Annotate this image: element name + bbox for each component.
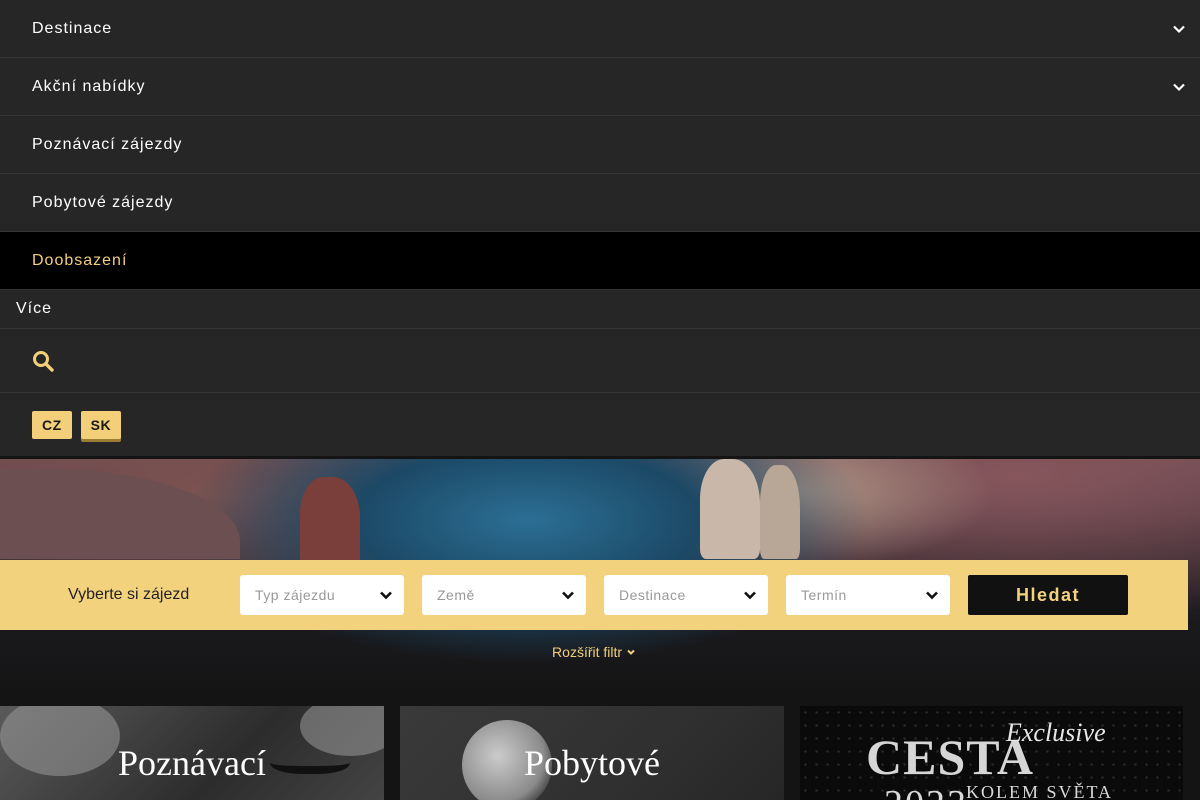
chevron-down-icon: [926, 591, 938, 600]
chevron-down-icon: [744, 591, 756, 600]
filter-label: Vyberte si zájezd: [68, 586, 190, 603]
language-switcher: CZ SK: [0, 393, 1200, 456]
chevron-down-icon: [1173, 25, 1185, 33]
tree-image: [0, 706, 120, 776]
menu-item-pobytove-zajezdy[interactable]: Pobytové zájezdy: [0, 174, 1200, 232]
card-cesta-kolem-sveta[interactable]: CESTA Exclusive 2023 KOLEM SVĚTA: [800, 706, 1183, 800]
expand-filter-link[interactable]: Rozšířit filtr: [0, 644, 1188, 660]
hero-rock: [760, 465, 800, 559]
language-cz-button[interactable]: CZ: [32, 410, 72, 439]
menu-item-destinace[interactable]: Destinace: [0, 0, 1200, 58]
search-icon[interactable]: [32, 350, 54, 372]
card-poznavaci[interactable]: Poznávací: [0, 706, 384, 800]
pagoda-image: [270, 746, 350, 774]
tour-type-select[interactable]: Typ zájezdu: [240, 575, 404, 615]
cesta-subtitle: KOLEM SVĚTA: [966, 782, 1114, 800]
menu-item-label: Doobsazení: [32, 251, 128, 269]
menu-item-akcni-nabidky[interactable]: Akční nabídky: [0, 58, 1200, 116]
menu-item-label: Poznávací zájezdy: [32, 135, 183, 153]
country-select[interactable]: Země: [422, 575, 586, 615]
card-title: Pobytové: [523, 743, 660, 783]
menu-item-doobsazeni[interactable]: Doobsazení: [0, 232, 1200, 290]
card-title: Poznávací: [118, 743, 266, 783]
chevron-down-icon: [380, 591, 392, 600]
chevron-down-icon: [1173, 83, 1185, 91]
menu-item-label: Destinace: [32, 19, 113, 37]
select-placeholder: Země: [437, 587, 475, 603]
search-button[interactable]: Hledat: [968, 575, 1128, 615]
select-placeholder: Typ zájezdu: [255, 587, 336, 603]
hero-rock: [300, 477, 360, 567]
category-cards: Poznávací Pobytové CESTA Exclusive 2023 …: [0, 706, 1200, 800]
cesta-logo: CESTA Exclusive 2023 KOLEM SVĚTA: [800, 706, 1183, 800]
tour-filter-bar: Vyberte si zájezd Typ zájezdu Země Desti…: [0, 560, 1188, 630]
chevron-down-icon: [627, 649, 635, 655]
card-pobytove[interactable]: Pobytové: [400, 706, 784, 800]
date-select[interactable]: Termín: [786, 575, 950, 615]
chevron-down-icon: [562, 591, 574, 600]
cesta-year: 2023: [884, 782, 968, 800]
exclusive-script: Exclusive: [1006, 718, 1106, 747]
search-row: [0, 329, 1200, 393]
select-placeholder: Destinace: [619, 587, 686, 603]
main-menu: Destinace Akční nabídky Poznávací zájezd…: [0, 0, 1200, 456]
language-sk-button[interactable]: SK: [80, 410, 122, 439]
menu-item-poznavaci-zajezdy[interactable]: Poznávací zájezdy: [0, 116, 1200, 174]
select-placeholder: Termín: [801, 587, 847, 603]
hero-rock: [700, 459, 760, 559]
menu-item-vice[interactable]: Více: [0, 290, 1200, 329]
expand-filter-label: Rozšířit filtr: [552, 644, 623, 660]
destination-select[interactable]: Destinace: [604, 575, 768, 615]
menu-item-label: Více: [16, 300, 53, 317]
menu-item-label: Pobytové zájezdy: [32, 193, 174, 211]
menu-item-label: Akční nabídky: [32, 77, 146, 95]
hero-rock: [0, 469, 240, 559]
